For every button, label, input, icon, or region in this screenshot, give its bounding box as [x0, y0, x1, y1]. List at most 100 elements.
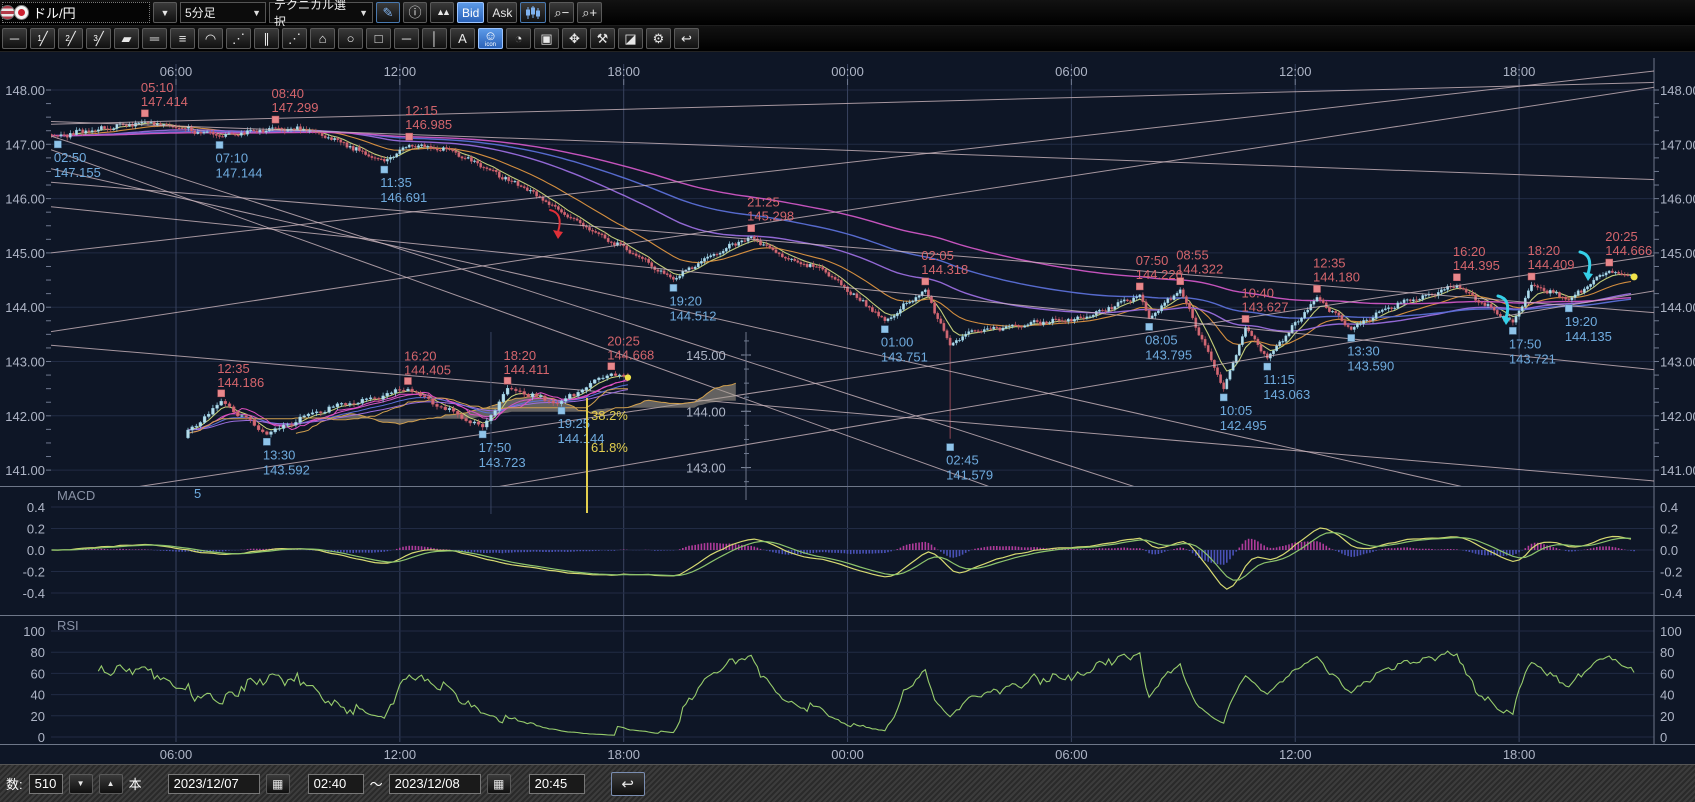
svg-text:02:05: 02:05 — [921, 248, 954, 263]
svg-text:11:35: 11:35 — [380, 175, 412, 190]
svg-text:-0.2: -0.2 — [1660, 565, 1682, 580]
svg-text:20:25: 20:25 — [607, 334, 640, 349]
svg-text:19:20: 19:20 — [1565, 314, 1598, 329]
chart-canvas[interactable]: 02:50147.155 05:10147.414 07:10147.144 08:4… — [0, 0, 1695, 802]
bar-unit-label: 本 — [129, 774, 142, 793]
svg-text:141.00: 141.00 — [5, 463, 45, 478]
svg-text:143.627: 143.627 — [1241, 299, 1288, 314]
svg-text:100: 100 — [23, 624, 45, 639]
bar-count-label: 数: — [6, 774, 23, 793]
svg-text:19:25: 19:25 — [558, 416, 591, 431]
svg-text:143.795: 143.795 — [1145, 347, 1192, 362]
calendar-icon: ▦ — [493, 777, 504, 791]
svg-text:12:35: 12:35 — [217, 361, 250, 376]
svg-text:145.00: 145.00 — [686, 348, 726, 363]
svg-text:12:00: 12:00 — [1279, 64, 1312, 79]
svg-text:18:00: 18:00 — [607, 64, 640, 79]
svg-text:144.00: 144.00 — [1660, 300, 1695, 315]
svg-text:144.512: 144.512 — [669, 308, 716, 323]
svg-text:06:00: 06:00 — [160, 747, 193, 762]
svg-text:18:00: 18:00 — [1503, 747, 1536, 762]
svg-text:144.00: 144.00 — [5, 300, 45, 315]
date-range-bar: 数: 510 ▼ ▲ 本 2023/12/07 ▦ 02:40 ～ 2023/1… — [0, 764, 1695, 802]
svg-text:61.8%: 61.8% — [591, 440, 628, 455]
svg-text:80: 80 — [31, 645, 45, 660]
svg-text:07:50: 07:50 — [1136, 253, 1169, 268]
svg-text:146.00: 146.00 — [1660, 192, 1695, 207]
svg-text:144.180: 144.180 — [1313, 269, 1360, 284]
svg-text:143.00: 143.00 — [686, 461, 726, 476]
svg-text:MACD: MACD — [57, 488, 95, 503]
svg-text:01:00: 01:00 — [881, 335, 914, 350]
svg-text:18:00: 18:00 — [607, 747, 640, 762]
svg-text:18:00: 18:00 — [1503, 64, 1536, 79]
svg-text:06:00: 06:00 — [1055, 64, 1088, 79]
svg-text:144.668: 144.668 — [607, 348, 654, 363]
svg-text:147.414: 147.414 — [141, 94, 188, 109]
count-decrease-button[interactable]: ▼ — [69, 774, 93, 794]
svg-text:144.135: 144.135 — [1565, 329, 1612, 344]
trading-app-window: ドル/円 ▼ 5分足 ▼ テクニカル選択 ▼ ✎ ⓘ ▲▲ Bid Ask ⌕−… — [0, 0, 1695, 802]
svg-text:12:00: 12:00 — [384, 747, 417, 762]
svg-text:17:50: 17:50 — [479, 440, 512, 455]
svg-text:-0.2: -0.2 — [23, 565, 45, 580]
svg-text:144.00: 144.00 — [686, 404, 726, 419]
from-time-input[interactable]: 02:40 — [308, 774, 364, 794]
svg-text:143.751: 143.751 — [881, 350, 928, 365]
svg-text:19:20: 19:20 — [669, 293, 702, 308]
svg-text:08:40: 08:40 — [271, 86, 304, 101]
svg-text:18:20: 18:20 — [1528, 243, 1561, 258]
svg-text:0: 0 — [38, 730, 45, 745]
chevron-down-icon: ▼ — [77, 779, 85, 788]
to-date-calendar-button[interactable]: ▦ — [487, 774, 511, 794]
svg-text:05:10: 05:10 — [141, 80, 174, 95]
from-date-calendar-button[interactable]: ▦ — [266, 774, 290, 794]
svg-text:80: 80 — [1660, 645, 1674, 660]
to-time-input[interactable]: 20:45 — [529, 774, 585, 794]
svg-text:145.00: 145.00 — [1660, 246, 1695, 261]
svg-text:12:00: 12:00 — [1279, 747, 1312, 762]
svg-text:0.2: 0.2 — [27, 522, 45, 537]
svg-text:141.579: 141.579 — [946, 468, 993, 483]
svg-text:147.144: 147.144 — [216, 165, 263, 180]
bar-count-input[interactable]: 510 — [29, 774, 63, 794]
svg-text:145.298: 145.298 — [747, 209, 794, 224]
calendar-icon: ▦ — [272, 777, 283, 791]
svg-text:00:00: 00:00 — [831, 747, 864, 762]
svg-text:142.495: 142.495 — [1220, 418, 1267, 433]
svg-text:60: 60 — [31, 666, 45, 681]
from-date-input[interactable]: 2023/12/07 — [168, 774, 260, 794]
svg-text:10:05: 10:05 — [1220, 403, 1253, 418]
svg-text:148.00: 148.00 — [1660, 83, 1695, 98]
reset-range-button[interactable]: ↩ — [611, 772, 645, 796]
svg-text:143.063: 143.063 — [1263, 387, 1310, 402]
svg-text:147.00: 147.00 — [1660, 137, 1695, 152]
svg-text:5: 5 — [194, 486, 201, 501]
svg-text:144.186: 144.186 — [217, 375, 264, 390]
svg-text:0.4: 0.4 — [1660, 500, 1678, 515]
svg-text:07:10: 07:10 — [216, 150, 249, 165]
svg-text:144.666: 144.666 — [1605, 243, 1652, 258]
svg-text:06:00: 06:00 — [160, 64, 193, 79]
svg-text:100: 100 — [1660, 624, 1682, 639]
svg-text:143.592: 143.592 — [263, 462, 310, 477]
svg-text:00:00: 00:00 — [831, 64, 864, 79]
to-date-input[interactable]: 2023/12/08 — [389, 774, 481, 794]
svg-text:147.00: 147.00 — [5, 137, 45, 152]
svg-text:12:15: 12:15 — [405, 103, 438, 118]
svg-text:144.318: 144.318 — [921, 262, 968, 277]
svg-text:141.00: 141.00 — [1660, 463, 1695, 478]
svg-text:0.2: 0.2 — [1660, 522, 1678, 537]
svg-text:16:20: 16:20 — [1453, 244, 1486, 259]
svg-text:146.00: 146.00 — [5, 192, 45, 207]
count-increase-button[interactable]: ▲ — [99, 774, 123, 794]
svg-text:13:30: 13:30 — [1347, 343, 1380, 358]
svg-text:147.155: 147.155 — [54, 165, 101, 180]
svg-text:02:50: 02:50 — [54, 150, 87, 165]
svg-text:-0.4: -0.4 — [23, 586, 45, 601]
svg-text:0.4: 0.4 — [27, 500, 45, 515]
svg-text:144.411: 144.411 — [504, 362, 550, 377]
svg-text:143.721: 143.721 — [1509, 351, 1556, 366]
svg-text:40: 40 — [31, 688, 45, 703]
range-separator: ～ — [370, 774, 383, 793]
